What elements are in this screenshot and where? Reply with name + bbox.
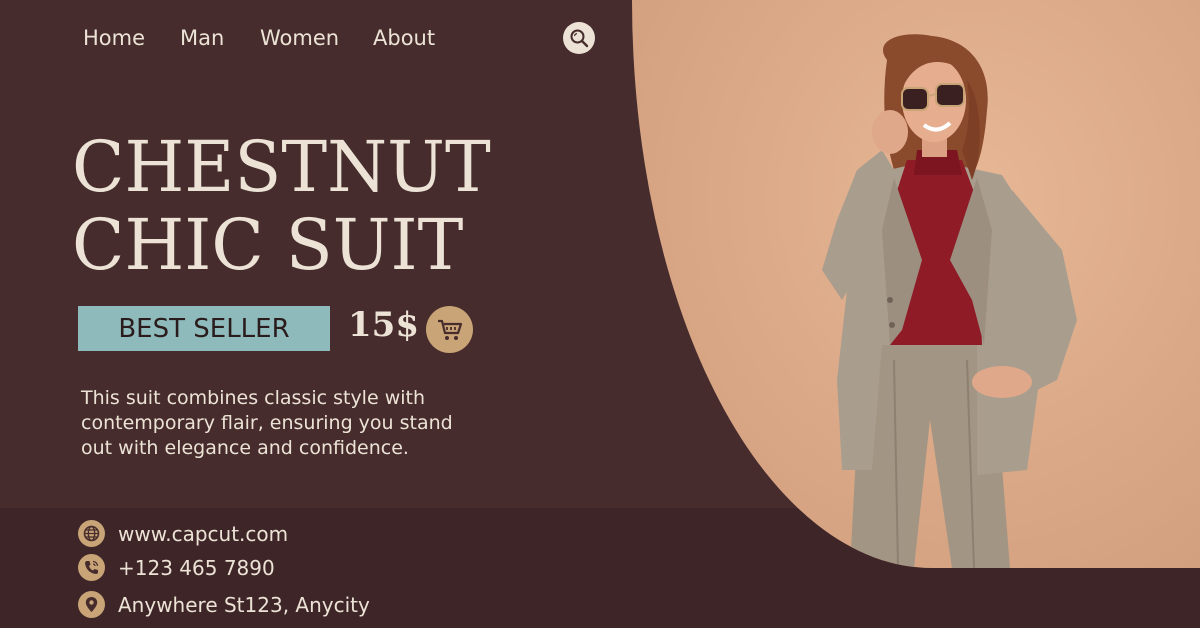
phone-text[interactable]: +123 465 7890 <box>118 556 275 580</box>
location-pin-icon <box>78 591 105 618</box>
cart-icon <box>437 319 462 340</box>
add-to-cart-button[interactable] <box>426 306 473 353</box>
phone-icon <box>78 554 105 581</box>
search-icon <box>570 29 589 48</box>
website-text[interactable]: www.capcut.com <box>118 522 288 546</box>
nav-home[interactable]: Home <box>83 26 145 50</box>
page-title: CHESTNUT CHIC SUIT <box>72 128 491 284</box>
price-label: 15$ <box>348 305 419 345</box>
nav-man[interactable]: Man <box>180 26 224 50</box>
nav-women[interactable]: Women <box>260 26 339 50</box>
search-button[interactable] <box>563 22 595 54</box>
title-line-1: CHESTNUT <box>72 126 491 208</box>
globe-icon <box>78 520 105 547</box>
model-image <box>822 34 1077 568</box>
product-photo <box>632 0 1200 568</box>
contact-website: www.capcut.com <box>78 520 288 547</box>
contact-phone: +123 465 7890 <box>78 554 275 581</box>
best-seller-badge: BEST SELLER <box>78 306 330 351</box>
address-text: Anywhere St123, Anycity <box>118 592 370 617</box>
title-line-2: CHIC SUIT <box>72 204 464 286</box>
nav-about[interactable]: About <box>373 26 435 50</box>
product-description: This suit combines classic style with co… <box>81 387 453 459</box>
contact-address: Anywhere St123, Anycity <box>78 591 370 618</box>
